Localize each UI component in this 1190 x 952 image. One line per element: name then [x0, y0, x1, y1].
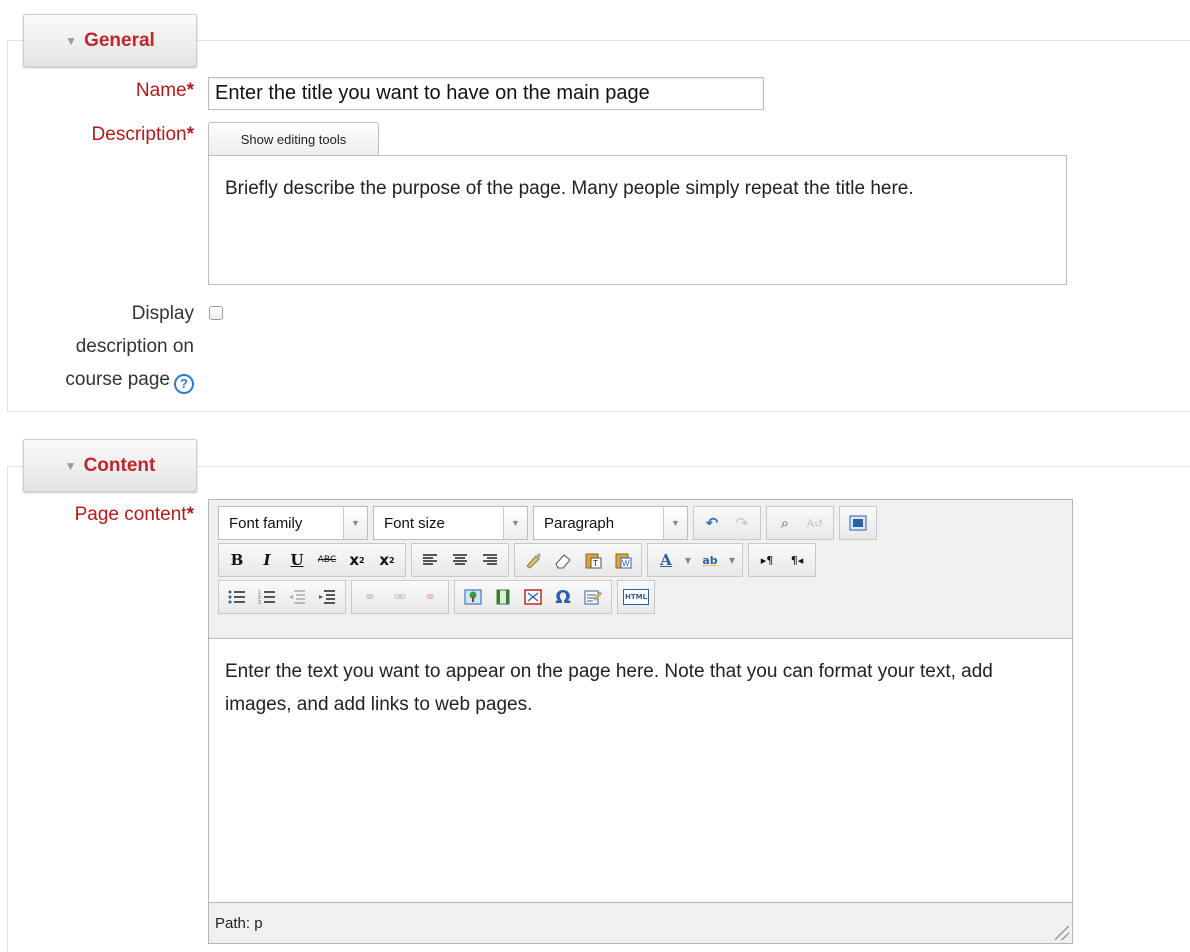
content-section-toggle[interactable]: ▼ Content [23, 439, 197, 492]
italic-button[interactable]: I [254, 546, 280, 574]
bullet-list-icon[interactable] [224, 583, 250, 611]
show-editing-tools-button[interactable]: Show editing tools [208, 122, 379, 156]
outdent-icon[interactable] [284, 583, 310, 611]
page-content-textarea[interactable]: Enter the text you want to appear on the… [209, 638, 1072, 903]
text-style-group: B I U ABC x2 x2 [218, 543, 406, 577]
insert-group: Ω [454, 580, 612, 614]
display-description-label: Display description on course page? [65, 297, 194, 396]
redo-icon[interactable]: ↷ [729, 509, 755, 537]
rtl-icon[interactable]: ¶◂ [784, 546, 810, 574]
cleanup-brush-icon[interactable] [520, 546, 546, 574]
undo-redo-group: ↶ ↷ [693, 506, 761, 540]
collapse-triangle-icon: ▼ [64, 458, 77, 473]
align-group [411, 543, 509, 577]
font-family-select[interactable]: Font family ▼ [218, 506, 368, 540]
align-right-icon[interactable] [477, 546, 503, 574]
description-label: Description* [91, 124, 194, 145]
subscript-icon[interactable]: x2 [344, 546, 370, 574]
svg-text:W: W [622, 559, 630, 568]
name-input[interactable] [208, 77, 764, 110]
replace-icon[interactable]: A↺ [802, 509, 828, 537]
bold-button[interactable]: B [224, 546, 250, 574]
insert-image-icon[interactable] [460, 583, 486, 611]
align-center-icon[interactable] [447, 546, 473, 574]
nolink-icon[interactable]: ⚭ [417, 583, 443, 611]
ltr-icon[interactable]: ▸¶ [754, 546, 780, 574]
dropdown-arrow-icon: ▼ [663, 507, 687, 539]
highlight-color-icon[interactable]: ab [697, 546, 723, 574]
resize-grip-icon[interactable] [1055, 926, 1069, 940]
svg-text:T: T [593, 559, 598, 568]
toolbar-row-1: Font family ▼ Font size ▼ Paragraph ▼ ↶ ↷ ⌕… [218, 506, 882, 540]
editor-path-bar: Path: p [215, 915, 263, 932]
dropdown-arrow-icon: ▼ [343, 507, 367, 539]
html-group: HTML [617, 580, 655, 614]
find-icon[interactable]: ⌕ [772, 509, 798, 537]
insert-table-edit-icon[interactable] [580, 583, 606, 611]
help-icon[interactable]: ? [174, 373, 194, 394]
insert-media-icon[interactable] [490, 583, 516, 611]
content-legend-label: Content [83, 454, 156, 476]
align-left-icon[interactable] [417, 546, 443, 574]
list-group: 123 [218, 580, 346, 614]
fullscreen-icon[interactable] [845, 509, 871, 537]
superscript-icon[interactable]: x2 [374, 546, 400, 574]
general-section-toggle[interactable]: ▼ General [23, 14, 197, 67]
indent-icon[interactable] [314, 583, 340, 611]
numbered-list-icon[interactable]: 123 [254, 583, 280, 611]
svg-text:3: 3 [258, 600, 261, 605]
toolbar-row-3: 123 ⚭ ⚮ ⚭ Ω HTML [218, 580, 660, 614]
search-group: ⌕ A↺ [766, 506, 834, 540]
underline-button[interactable]: U [284, 546, 310, 574]
paste-word-icon[interactable]: W [610, 546, 636, 574]
toolbar-row-2: B I U ABC x2 x2 T W A ▼ ab ▼ ▸¶ ¶◂ [218, 543, 821, 577]
display-description-checkbox[interactable] [209, 306, 223, 320]
html-source-button[interactable]: HTML [623, 589, 649, 605]
link-icon[interactable]: ⚭ [357, 583, 383, 611]
manage-files-icon[interactable] [520, 583, 546, 611]
dropdown-arrow-icon[interactable]: ▼ [727, 546, 737, 574]
unlink-icon[interactable]: ⚮ [387, 583, 413, 611]
paste-text-icon[interactable]: T [580, 546, 606, 574]
description-textarea[interactable]: Briefly describe the purpose of the page… [208, 155, 1067, 285]
format-select[interactable]: Paragraph ▼ [533, 506, 688, 540]
clean-paste-group: T W [514, 543, 642, 577]
direction-group: ▸¶ ¶◂ [748, 543, 816, 577]
collapse-triangle-icon: ▼ [65, 33, 78, 48]
fullscreen-group [839, 506, 877, 540]
name-label: Name* [135, 80, 194, 101]
link-group: ⚭ ⚮ ⚭ [351, 580, 449, 614]
strikethrough-button[interactable]: ABC [314, 546, 340, 574]
general-legend-label: General [84, 29, 155, 51]
dropdown-arrow-icon[interactable]: ▼ [683, 546, 693, 574]
page-content-label: Page content* [74, 504, 194, 525]
special-character-icon[interactable]: Ω [550, 583, 576, 611]
undo-icon[interactable]: ↶ [699, 509, 725, 537]
dropdown-arrow-icon: ▼ [503, 507, 527, 539]
text-color-icon[interactable]: A [653, 546, 679, 574]
eraser-icon[interactable] [550, 546, 576, 574]
color-group: A ▼ ab ▼ [647, 543, 743, 577]
font-size-select[interactable]: Font size ▼ [373, 506, 528, 540]
rich-text-editor: Font family ▼ Font size ▼ Paragraph ▼ ↶ ↷ ⌕… [208, 499, 1073, 944]
